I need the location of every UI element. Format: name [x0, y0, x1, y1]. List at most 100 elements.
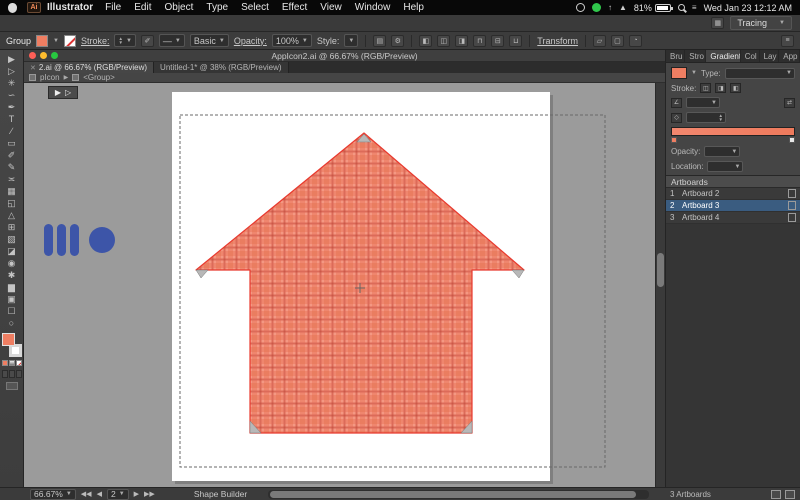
battery-indicator[interactable]: 81%: [634, 3, 673, 13]
tab-appicon2[interactable]: ✕ 2.ai @ 66.67% (RGB/Preview): [24, 62, 155, 73]
lasso-tool[interactable]: ∽: [2, 89, 22, 101]
brush-definition-icon[interactable]: ✐: [140, 34, 154, 47]
align-middle-icon[interactable]: ⊟: [491, 34, 505, 47]
paint-gradient-button[interactable]: [8, 360, 15, 366]
new-artboard-icon[interactable]: [771, 489, 781, 499]
shape-builder-tool[interactable]: ◱: [2, 197, 22, 209]
artboard-page-icon[interactable]: [788, 189, 796, 198]
menu-clock[interactable]: Wed Jan 23 12:12 AM: [704, 3, 792, 13]
draw-normal-button[interactable]: [1, 370, 8, 378]
selection-tool-mini-icon[interactable]: ▶: [55, 88, 61, 97]
zoom-field[interactable]: 66.67% ▼: [30, 488, 76, 500]
align-left-icon[interactable]: ◧: [419, 34, 433, 47]
menu-help[interactable]: Help: [403, 2, 424, 13]
menu-window[interactable]: Window: [355, 2, 391, 13]
artboard-row-3[interactable]: 3 Artboard 4: [666, 212, 800, 224]
stroke-within-icon[interactable]: ◫: [700, 83, 712, 93]
perspective-grid-tool[interactable]: △: [2, 209, 22, 221]
eject-icon[interactable]: ▲: [619, 3, 627, 12]
zoom-window-button[interactable]: [51, 52, 58, 59]
align-center-icon[interactable]: ◫: [437, 34, 451, 47]
menu-select[interactable]: Select: [241, 2, 269, 13]
align-bottom-icon[interactable]: ⊔: [509, 34, 523, 47]
spotlight-icon[interactable]: [677, 4, 685, 11]
magic-wand-tool[interactable]: ✳: [2, 77, 22, 89]
stroke-link[interactable]: Stroke:: [81, 36, 110, 46]
variable-width-dropdown[interactable]: — ▼: [158, 34, 185, 47]
column-graph-tool[interactable]: ▆: [2, 281, 22, 293]
artboard-row-1[interactable]: 1 Artboard 2: [666, 188, 800, 200]
notification-center-icon[interactable]: ≡: [692, 3, 697, 12]
status-green-icon[interactable]: [591, 3, 601, 12]
stroke-across-icon[interactable]: ◧: [730, 83, 742, 93]
horizontal-scrollbar[interactable]: [268, 490, 649, 499]
delete-artboard-icon[interactable]: [785, 489, 795, 499]
artboard-name[interactable]: Artboard 3: [682, 201, 784, 210]
gradient-tool[interactable]: ▧: [2, 233, 22, 245]
transform-link[interactable]: Transform: [537, 36, 578, 46]
gradient-stop-left[interactable]: [671, 137, 677, 143]
line-segment-tool[interactable]: ∕: [2, 125, 22, 137]
vertical-scrollbar-thumb[interactable]: [657, 253, 664, 287]
gradient-slider-bar[interactable]: [671, 127, 795, 136]
tab-close-icon[interactable]: ✕: [30, 64, 36, 72]
workspace-button[interactable]: Tracing ▼: [730, 16, 792, 30]
tab-stroke[interactable]: Stro: [685, 50, 707, 62]
gradient-angle-field[interactable]: ▼: [686, 97, 720, 108]
tab-color[interactable]: Col: [741, 50, 760, 62]
paint-color-button[interactable]: [1, 360, 8, 366]
free-transform-tool[interactable]: ▦: [2, 185, 22, 197]
isolate-icon[interactable]: ▢: [610, 34, 624, 47]
stroke-weight-field[interactable]: ▲ ▼ ▼: [114, 34, 136, 47]
minimize-window-button[interactable]: [40, 52, 47, 59]
zoom-tool[interactable]: ○: [2, 317, 22, 329]
tab-layers[interactable]: Lay: [760, 50, 780, 62]
opacity-link[interactable]: Opacity:: [234, 36, 267, 46]
menu-edit[interactable]: Edit: [134, 2, 151, 13]
app-menu-illustrator[interactable]: Illustrator: [47, 2, 93, 13]
canvas-viewport[interactable]: ▶ ▷: [24, 83, 655, 487]
horizontal-scrollbar-thumb[interactable]: [270, 491, 636, 498]
draw-inside-button[interactable]: [15, 370, 22, 378]
style-dropdown[interactable]: ▼: [344, 34, 359, 47]
artboard-row-2[interactable]: 2 Artboard 3: [666, 200, 800, 212]
blend-tool[interactable]: ◉: [2, 257, 22, 269]
first-artboard-button[interactable]: ◀◀: [81, 490, 92, 498]
align-top-icon[interactable]: ⊓: [473, 34, 487, 47]
eyedropper-tool[interactable]: ◪: [2, 245, 22, 257]
width-tool[interactable]: ≍: [2, 173, 22, 185]
reverse-gradient-icon[interactable]: ⇄: [784, 97, 795, 108]
recolor-icon[interactable]: ◔: [628, 34, 642, 47]
canvas[interactable]: [24, 83, 655, 487]
rectangle-tool[interactable]: ▭: [2, 137, 22, 149]
tab-gradient[interactable]: Gradient: [706, 50, 741, 62]
gradient-swatch-chevron-icon[interactable]: ▼: [691, 70, 697, 76]
fill-proxy-swatch[interactable]: [1, 333, 15, 346]
panel-menu-icon[interactable]: ≡: [781, 34, 794, 47]
symbol-sprayer-tool[interactable]: ✱: [2, 269, 22, 281]
gradient-opacity-field[interactable]: ▼: [704, 146, 741, 157]
menu-type[interactable]: Type: [206, 2, 228, 13]
opacity-field[interactable]: 100% ▼: [271, 34, 312, 47]
artboard-tool[interactable]: ▣: [2, 293, 22, 305]
stroke-along-icon[interactable]: ◨: [715, 83, 727, 93]
tab-untitled1[interactable]: Untitled-1* @ 38% (RGB/Preview): [154, 62, 289, 73]
artboard-name[interactable]: Artboard 2: [682, 189, 784, 198]
type-tool[interactable]: T: [2, 113, 22, 125]
draw-behind-button[interactable]: [8, 370, 15, 378]
artboard-name[interactable]: Artboard 4: [682, 213, 784, 222]
gradient-stop-right[interactable]: [789, 137, 795, 143]
last-artboard-button[interactable]: ▶▶: [144, 490, 155, 498]
menu-object[interactable]: Object: [164, 2, 193, 13]
breadcrumb-group[interactable]: <Group>: [83, 73, 115, 82]
pencil-tool[interactable]: ✎: [2, 161, 22, 173]
menu-view[interactable]: View: [320, 2, 342, 13]
menu-file[interactable]: File: [105, 2, 121, 13]
apple-logo-icon[interactable]: [8, 2, 17, 13]
paint-none-button[interactable]: [15, 360, 22, 366]
breadcrumb-layer[interactable]: pIcon: [40, 73, 60, 82]
preferences-icon[interactable]: ⚙: [391, 34, 405, 47]
blue-bar-shape[interactable]: [57, 224, 66, 256]
previous-artboard-button[interactable]: ◀: [97, 490, 102, 498]
gradient-type-dropdown[interactable]: ▼: [724, 67, 795, 79]
